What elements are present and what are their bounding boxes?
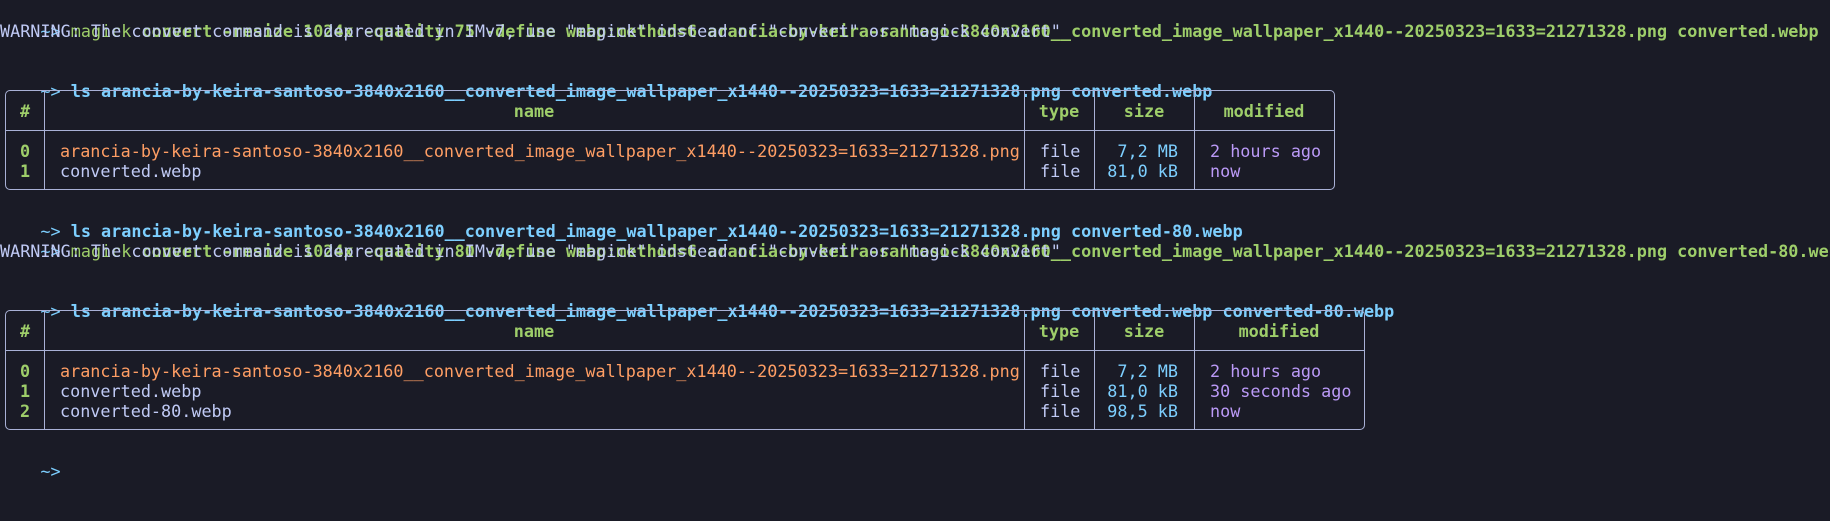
row-index: 2 (20, 401, 31, 421)
row-index: 1 (20, 381, 31, 401)
file-type: file (1040, 141, 1081, 161)
command-line: ~> magick convert -resize 1024x -quality… (0, 1, 1818, 41)
file-name: arancia-by-keira-santoso-3840x2160__conv… (60, 361, 1020, 381)
ls-output-table: # name type size modified 0 arancia-by-k… (5, 310, 1365, 430)
file-modified: 2 hours ago (1210, 141, 1322, 161)
header-index: # (19, 101, 31, 121)
header-size: size (1123, 101, 1165, 121)
file-size: 81,0 kB (1107, 381, 1178, 401)
header-name: name (513, 321, 555, 341)
file-modified: 2 hours ago (1210, 361, 1322, 381)
header-type: type (1038, 101, 1080, 121)
file-modified: now (1210, 161, 1241, 181)
file-type: file (1040, 401, 1081, 421)
header-index: # (19, 321, 31, 341)
file-name: converted.webp (60, 381, 202, 401)
terminal-window[interactable]: ~> magick convert -resize 1024x -quality… (0, 0, 1830, 521)
prompt: ~> (40, 461, 61, 481)
file-type: file (1040, 381, 1081, 401)
file-name: converted-80.webp (60, 401, 232, 421)
header-type: type (1038, 321, 1080, 341)
header-name: name (513, 101, 555, 121)
header-modified: modified (1223, 101, 1305, 121)
file-type: file (1040, 361, 1081, 381)
command-line[interactable]: ~> (0, 441, 60, 481)
warning-message: WARNING: The convert command is deprecat… (0, 21, 1061, 41)
ls-output-table: # name type size modified 0 arancia-by-k… (5, 90, 1335, 190)
file-modified: now (1210, 401, 1241, 421)
row-index: 1 (20, 161, 31, 181)
file-name: converted.webp (60, 161, 202, 181)
command-line: ~> magick convert -resize 1024x -quality… (0, 221, 1830, 261)
command-line: ~> ls arancia-by-keira-santoso-3840x2160… (0, 281, 1394, 321)
file-size: 81,0 kB (1107, 161, 1178, 181)
command-line: ~> ls arancia-by-keira-santoso-3840x2160… (0, 61, 1212, 101)
file-size: 7,2 MB (1117, 141, 1178, 161)
header-modified: modified (1238, 321, 1320, 341)
warning-message: WARNING: The convert command is deprecat… (0, 241, 1061, 261)
file-modified: 30 seconds ago (1210, 381, 1352, 401)
file-size: 98,5 kB (1107, 401, 1178, 421)
file-name: arancia-by-keira-santoso-3840x2160__conv… (60, 141, 1020, 161)
row-index: 0 (20, 361, 31, 381)
command-line: ~> ls arancia-by-keira-santoso-3840x2160… (0, 201, 1242, 241)
file-size: 7,2 MB (1117, 361, 1178, 381)
row-index: 0 (20, 141, 31, 161)
file-type: file (1040, 161, 1081, 181)
header-size: size (1123, 321, 1165, 341)
